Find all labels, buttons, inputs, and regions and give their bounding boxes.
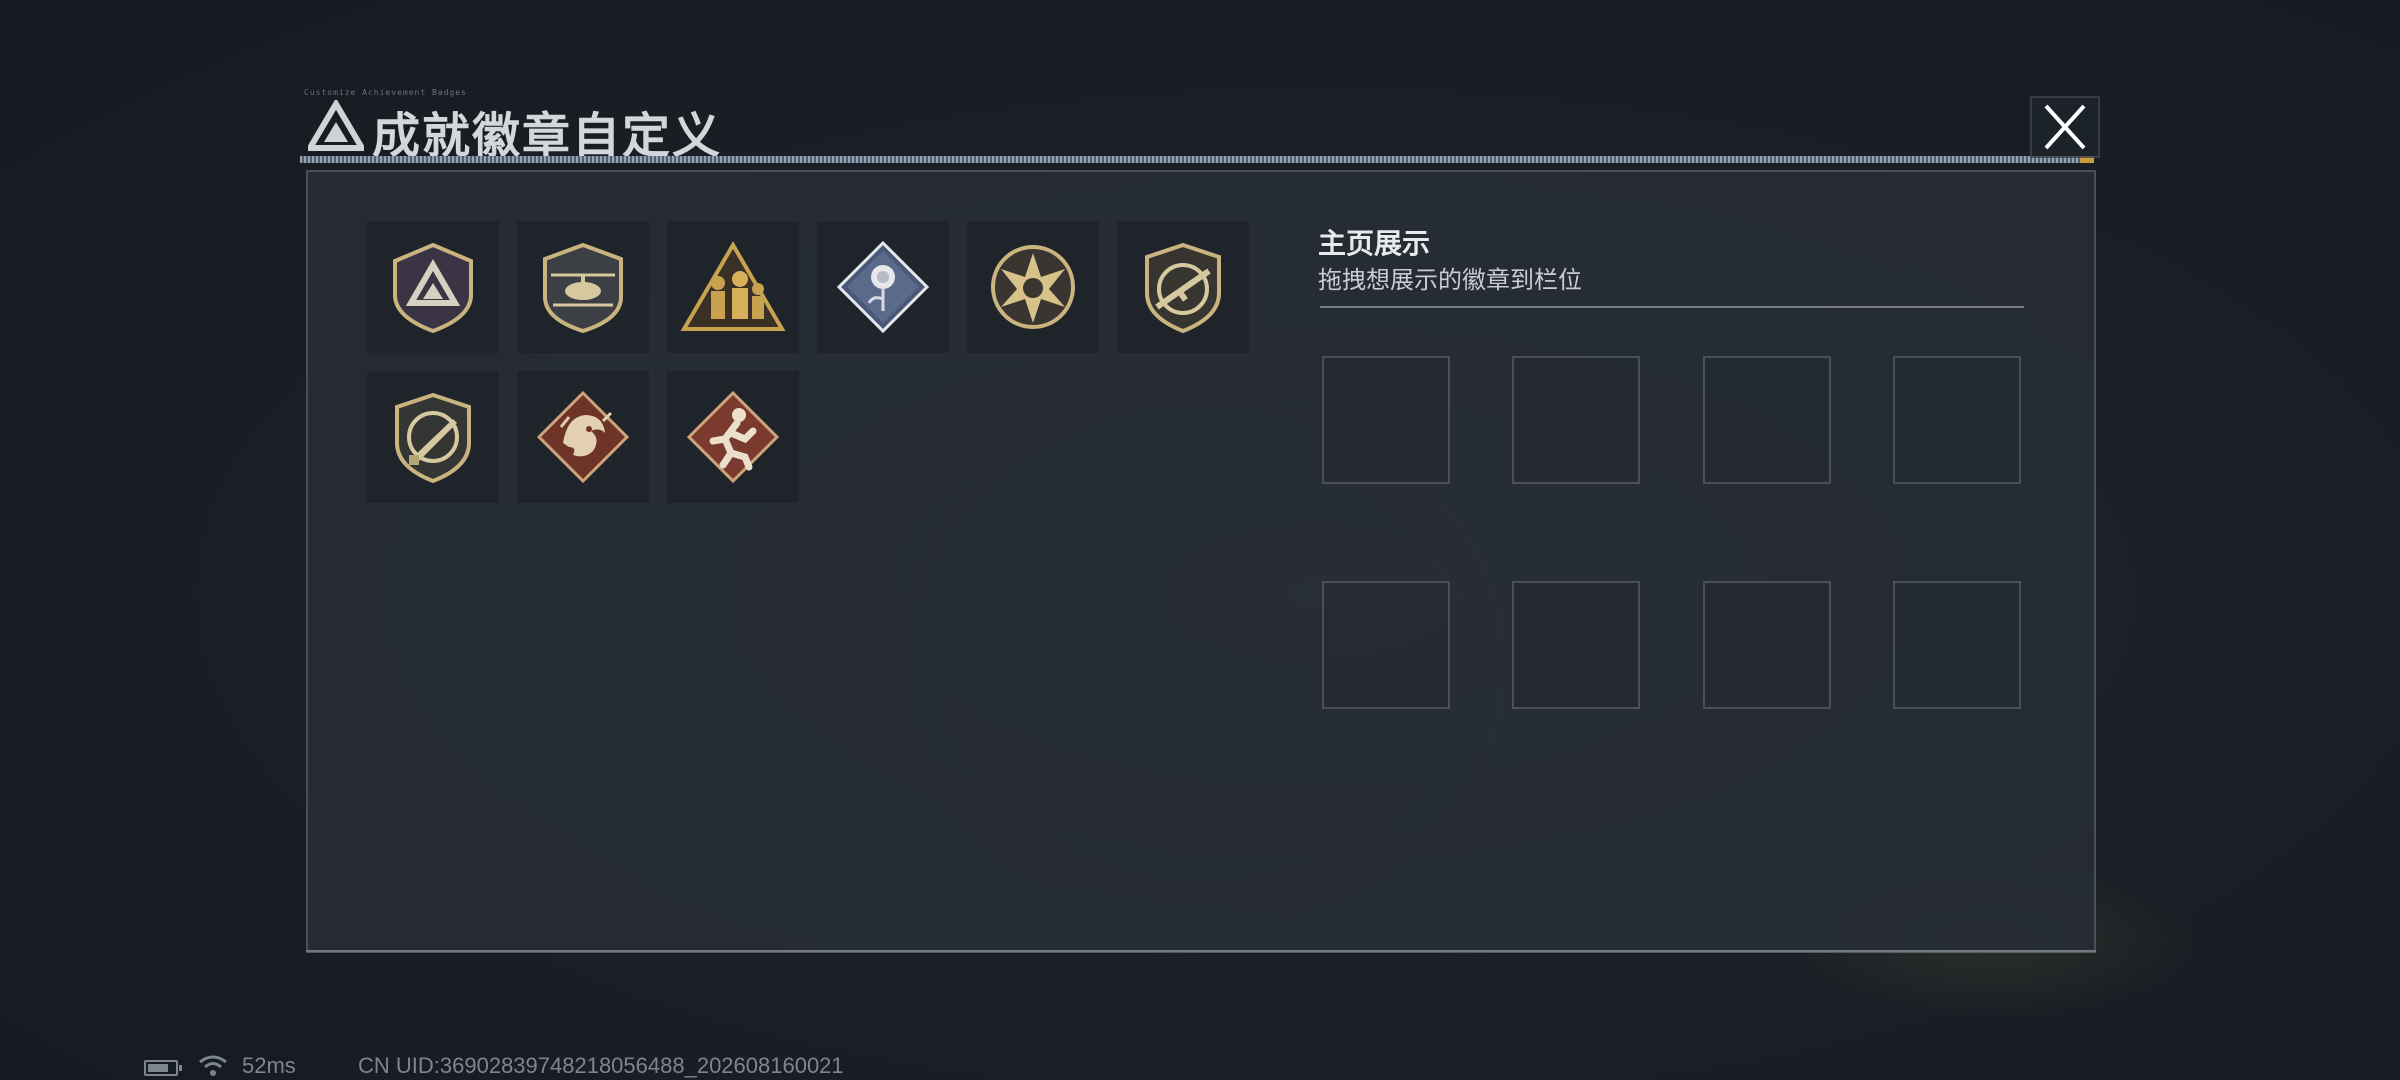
user-uid: CN UID:369028397482180564​88_20260816002… [358, 1053, 844, 1078]
triangle-logo-icon [393, 242, 473, 334]
close-icon [2044, 104, 2086, 150]
helicopter-icon [543, 242, 623, 334]
header-divider [300, 156, 2094, 163]
showcase-slot-2[interactable] [1512, 356, 1640, 484]
knife-icon [395, 392, 471, 484]
panel-bottom-edge [306, 950, 2096, 953]
showcase-title: 主页展示 [1318, 228, 1431, 259]
soldiers-icon [680, 241, 786, 331]
showcase-slot-4[interactable] [1893, 356, 2021, 484]
badge-dragon-diamond[interactable] [516, 370, 650, 504]
rose-icon [836, 240, 930, 334]
ping-indicator: 52ms [242, 1053, 296, 1078]
triangle-logo-icon [308, 100, 364, 151]
showcase-slot-6[interactable] [1512, 581, 1640, 709]
badge-runner-diamond[interactable] [666, 370, 800, 504]
dialog-header: Customize Achievement Badges 成就徽章自定义 [300, 88, 2094, 164]
showcase-slot-3[interactable] [1703, 356, 1831, 484]
badge-knife-shield[interactable] [366, 370, 500, 504]
showcase-subtitle: 拖拽想展示的徽章到栏位 [1318, 267, 1582, 294]
dragon-icon [536, 390, 630, 484]
showcase-slot-5[interactable] [1322, 581, 1450, 709]
close-button[interactable] [2030, 96, 2100, 158]
wifi-icon [199, 1055, 227, 1076]
badge-delta-triangle-shield[interactable] [366, 220, 500, 354]
badge-helicopter-shield[interactable] [516, 220, 650, 354]
runner-icon [686, 390, 780, 484]
badge-rose-diamond[interactable] [816, 220, 950, 354]
rifle-icon [1145, 242, 1221, 334]
star-icon [991, 245, 1075, 329]
badge-squad-triangle[interactable] [666, 220, 800, 354]
battery-icon [144, 1060, 182, 1076]
badge-rifle-shield[interactable] [1116, 220, 1250, 354]
showcase-divider [1320, 306, 2024, 308]
showcase-slot-8[interactable] [1893, 581, 2021, 709]
badge-star-medal[interactable] [966, 220, 1100, 354]
showcase-slot-7[interactable] [1703, 581, 1831, 709]
showcase-slot-1[interactable] [1322, 356, 1450, 484]
